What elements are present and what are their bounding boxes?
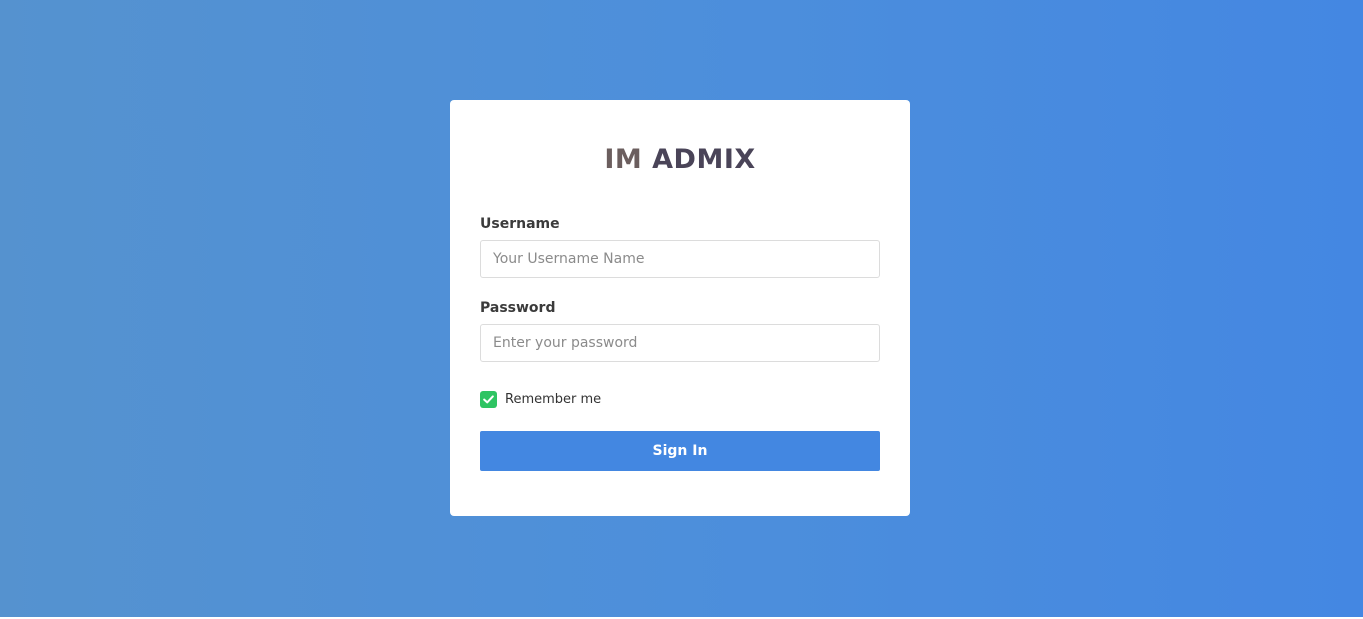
remember-me-label[interactable]: Remember me [505, 392, 601, 407]
remember-me-checkbox[interactable] [480, 390, 497, 408]
remember-me-row: Remember me [480, 390, 601, 408]
check-icon [483, 394, 494, 403]
sign-in-button[interactable]: Sign In [480, 431, 880, 471]
username-input[interactable] [480, 240, 880, 278]
password-input[interactable] [480, 324, 880, 362]
login-card: IM ADMIX Username Password Remember me S… [450, 100, 910, 516]
password-label: Password [480, 300, 556, 316]
app-logo: IM ADMIX [450, 140, 910, 180]
username-label: Username [480, 216, 560, 232]
logo-part-admix: ADMIX [652, 144, 756, 175]
logo-part-im: IM [604, 144, 643, 175]
